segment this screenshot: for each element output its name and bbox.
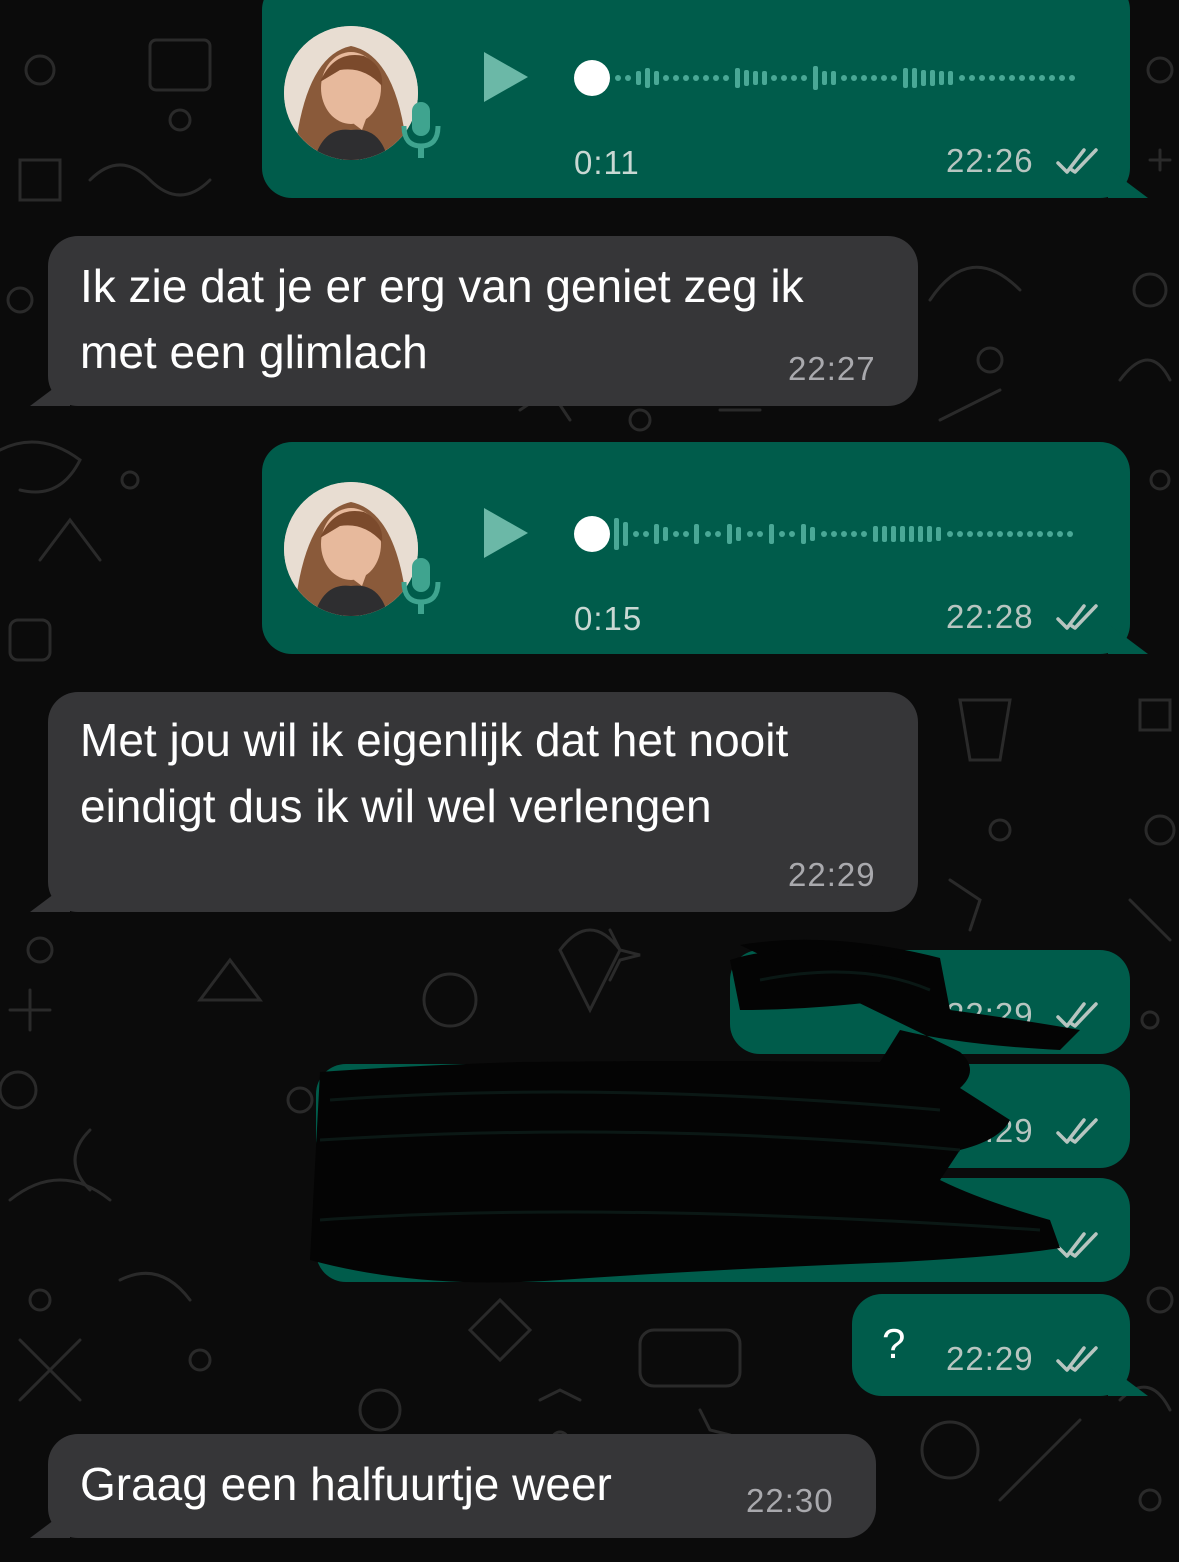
redaction-scribble	[310, 939, 1080, 1283]
